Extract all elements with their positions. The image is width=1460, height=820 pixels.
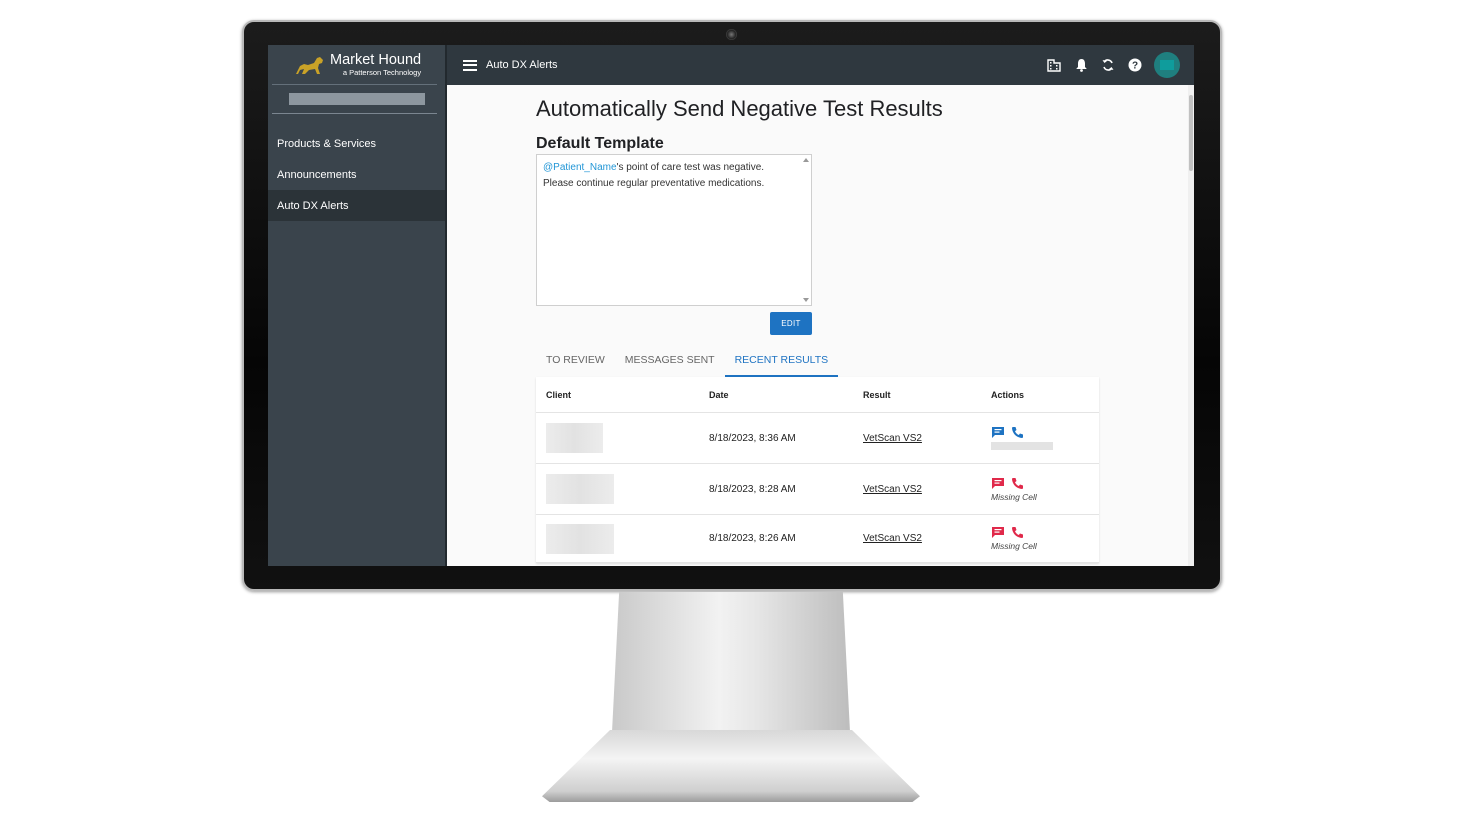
results-table: Client Date Result Actions 8/18/2023, 8:… [536, 377, 1099, 563]
main-area: Auto DX Alerts ? Automatically Send Nega… [447, 45, 1194, 566]
message-icon[interactable] [991, 426, 1005, 439]
page-content: Automatically Send Negative Test Results… [447, 85, 1194, 566]
sidebar-item-label: Products & Services [277, 137, 377, 150]
sidebar-item-products-services[interactable]: Products & Services [268, 128, 445, 159]
sync-icon[interactable] [1100, 57, 1116, 73]
app-screen: Market Hound a Patterson Technology Prod… [268, 45, 1194, 566]
results-tabs: TO REVIEW MESSAGES SENT RECENT RESULTS [536, 350, 839, 377]
client-name-redacted [546, 523, 614, 554]
webcam [726, 29, 737, 40]
column-header-client[interactable]: Client [536, 390, 709, 400]
message-icon[interactable] [991, 477, 1005, 490]
brand-subtitle: a Patterson Technology [342, 67, 422, 77]
tab-recent-results[interactable]: RECENT RESULTS [724, 350, 839, 377]
topbar-title: Auto DX Alerts [486, 59, 558, 71]
page-scrollbar[interactable] [1188, 85, 1194, 566]
edit-button[interactable]: EDIT [770, 312, 812, 335]
result-link[interactable]: VetScan VS2 [863, 533, 922, 544]
phone-number-redacted [991, 442, 1053, 450]
sidebar-nav: Products & Services Announcements Auto D… [268, 128, 445, 221]
tab-messages-sent[interactable]: MESSAGES SENT [615, 350, 725, 377]
date-cell: 8/18/2023, 8:36 AM [709, 432, 796, 444]
table-row: 8/18/2023, 8:26 AM VetScan VS2 Missing C… [536, 515, 1099, 563]
topbar-actions: ? [1035, 52, 1180, 78]
result-link[interactable]: VetScan VS2 [863, 433, 922, 444]
actions-cell [991, 426, 1099, 450]
table-row: 8/18/2023, 8:36 AM VetScan VS2 [536, 413, 1099, 464]
phone-icon[interactable] [1011, 526, 1024, 539]
menu-icon[interactable] [463, 59, 477, 71]
account-selector-redacted[interactable] [289, 93, 425, 105]
sidebar-divider [272, 113, 437, 114]
top-app-bar: Auto DX Alerts ? [447, 45, 1194, 85]
result-link[interactable]: VetScan VS2 [863, 484, 922, 495]
column-header-result[interactable]: Result [863, 390, 991, 400]
actions-cell: Missing Cell [991, 526, 1099, 551]
phone-icon[interactable] [1011, 426, 1024, 439]
client-cell [536, 423, 709, 453]
avatar[interactable] [1154, 52, 1180, 78]
client-cell [536, 523, 709, 554]
brand-logo[interactable]: Market Hound a Patterson Technology [272, 45, 437, 85]
dog-logo-icon [296, 56, 323, 74]
missing-cell-note: Missing Cell [991, 541, 1037, 551]
brand-name: Market Hound [330, 52, 422, 68]
textarea-scrollbar[interactable] [802, 156, 810, 304]
page-scroll-thumb[interactable] [1189, 95, 1193, 171]
monitor-stand-neck [612, 592, 850, 732]
date-cell: 8/18/2023, 8:28 AM [709, 483, 796, 495]
monitor-stand-base [542, 730, 920, 802]
client-name-redacted [546, 423, 603, 453]
sidebar-item-announcements[interactable]: Announcements [268, 159, 445, 190]
table-row: 8/18/2023, 8:28 AM VetScan VS2 Missing C… [536, 464, 1099, 515]
message-icon[interactable] [991, 526, 1005, 539]
template-text: 's point of care test was negative. [616, 162, 765, 173]
sidebar-item-label: Announcements [277, 168, 357, 181]
scroll-down-icon [803, 298, 809, 302]
client-cell [536, 474, 709, 504]
bell-icon[interactable] [1073, 57, 1089, 73]
page-title: Automatically Send Negative Test Results [536, 96, 943, 121]
svg-text:?: ? [1132, 61, 1138, 72]
column-header-actions: Actions [991, 389, 1025, 400]
client-name-redacted [546, 474, 614, 504]
column-header-date[interactable]: Date [709, 390, 863, 400]
template-heading: Default Template [536, 135, 664, 152]
sidebar-item-auto-dx-alerts[interactable]: Auto DX Alerts [268, 190, 445, 221]
sidebar-item-label: Auto DX Alerts [277, 199, 349, 212]
template-textarea[interactable]: @Patient_Name's point of care test was n… [536, 154, 812, 306]
tab-to-review[interactable]: TO REVIEW [536, 350, 615, 377]
template-text-line2: Please continue regular preventative med… [543, 178, 765, 189]
sidebar: Market Hound a Patterson Technology Prod… [268, 45, 447, 566]
building-icon[interactable] [1046, 57, 1062, 73]
actions-cell: Missing Cell [991, 477, 1099, 502]
table-header: Client Date Result Actions [536, 377, 1099, 413]
patient-name-token: @Patient_Name [543, 162, 617, 173]
phone-icon[interactable] [1011, 477, 1024, 490]
help-icon[interactable]: ? [1127, 57, 1143, 73]
scroll-up-icon [803, 158, 809, 162]
missing-cell-note: Missing Cell [991, 491, 1037, 502]
date-cell: 8/18/2023, 8:26 AM [709, 533, 796, 544]
